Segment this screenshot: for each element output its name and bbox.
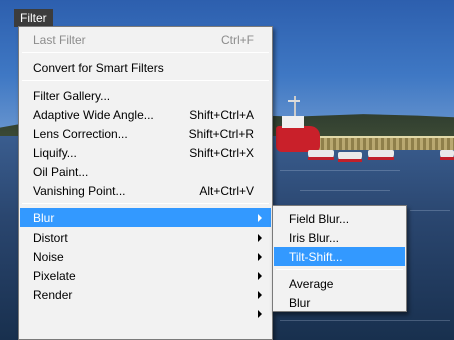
menu-item-noise[interactable]: Noise bbox=[20, 247, 271, 266]
menu-item-shortcut: Shift+Ctrl+R bbox=[188, 126, 254, 141]
submenu-item-blur[interactable]: Blur bbox=[274, 293, 405, 312]
menu-item-label: Last Filter bbox=[33, 32, 86, 47]
menu-item-label: Average bbox=[289, 276, 334, 291]
menu-item-filter-gallery[interactable]: Filter Gallery... bbox=[20, 86, 271, 105]
photo-dock bbox=[318, 136, 454, 150]
submenu-arrow-icon bbox=[258, 253, 262, 261]
photo-small-boat bbox=[338, 152, 362, 162]
menu-separator bbox=[22, 80, 269, 81]
submenu-arrow-icon bbox=[258, 310, 262, 318]
menu-separator bbox=[22, 203, 269, 204]
menu-item-label: Blur bbox=[289, 295, 311, 310]
menu-separator bbox=[22, 52, 269, 53]
menu-item-label: Filter Gallery... bbox=[33, 88, 111, 103]
menu-item-label: Adaptive Wide Angle... bbox=[33, 107, 154, 122]
submenu-arrow-icon bbox=[258, 214, 262, 222]
menu-item-render[interactable]: Render bbox=[20, 285, 271, 304]
menu-item-label: Convert for Smart Filters bbox=[33, 60, 164, 75]
photo-ripple bbox=[280, 320, 450, 321]
menu-item-label: Render bbox=[33, 287, 73, 302]
filter-menu: Last Filter Ctrl+F Convert for Smart Fil… bbox=[18, 26, 273, 340]
photo-mast bbox=[288, 100, 300, 102]
photo-red-boat bbox=[276, 116, 320, 152]
menu-item-oil-paint[interactable]: Oil Paint... bbox=[20, 162, 271, 181]
submenu-item-tilt-shift[interactable]: Tilt-Shift... bbox=[274, 247, 405, 266]
menu-item-label: Vanishing Point... bbox=[33, 183, 126, 198]
photo-ripple bbox=[410, 210, 450, 211]
submenu-arrow-icon bbox=[258, 291, 262, 299]
menu-item-convert-smart-filters[interactable]: Convert for Smart Filters bbox=[20, 58, 271, 77]
photo-small-boat bbox=[368, 150, 394, 160]
menu-item-shortcut: Alt+Ctrl+V bbox=[199, 183, 254, 198]
photo-small-boat bbox=[308, 150, 334, 160]
photo-ripple bbox=[280, 170, 400, 171]
menu-item-shortcut: Shift+Ctrl+X bbox=[189, 145, 254, 160]
menu-item-label: Noise bbox=[33, 249, 64, 264]
menu-item-lens-correction[interactable]: Lens Correction... Shift+Ctrl+R bbox=[20, 124, 271, 143]
blur-submenu: Field Blur... Iris Blur... Tilt-Shift...… bbox=[272, 205, 407, 312]
menu-item-distort[interactable]: Distort bbox=[20, 228, 271, 247]
menu-item-pixelate[interactable]: Pixelate bbox=[20, 266, 271, 285]
menu-item-label: Iris Blur... bbox=[289, 230, 340, 245]
photo-small-boat bbox=[440, 150, 454, 160]
photo-ripple bbox=[300, 190, 390, 191]
menu-item-liquify[interactable]: Liquify... Shift+Ctrl+X bbox=[20, 143, 271, 162]
submenu-item-iris-blur[interactable]: Iris Blur... bbox=[274, 228, 405, 247]
menu-item-label: Field Blur... bbox=[289, 211, 350, 226]
menu-item-shortcut: Shift+Ctrl+A bbox=[189, 107, 254, 122]
menu-item-blur[interactable]: Blur bbox=[20, 208, 271, 227]
menu-item-label: Pixelate bbox=[33, 268, 76, 283]
menu-item-label: Liquify... bbox=[33, 145, 77, 160]
menu-item-last-filter[interactable]: Last Filter Ctrl+F bbox=[20, 30, 271, 49]
menu-separator bbox=[276, 269, 403, 270]
submenu-arrow-icon bbox=[258, 272, 262, 280]
menu-item-partial[interactable] bbox=[20, 304, 271, 323]
menu-item-label: Oil Paint... bbox=[33, 164, 89, 179]
menu-item-adaptive-wide-angle[interactable]: Adaptive Wide Angle... Shift+Ctrl+A bbox=[20, 105, 271, 124]
submenu-item-field-blur[interactable]: Field Blur... bbox=[274, 209, 405, 228]
menu-item-shortcut: Ctrl+F bbox=[221, 32, 254, 47]
menu-item-label: Blur bbox=[33, 210, 55, 225]
menu-item-vanishing-point[interactable]: Vanishing Point... Alt+Ctrl+V bbox=[20, 181, 271, 200]
submenu-item-average[interactable]: Average bbox=[274, 274, 405, 293]
submenu-arrow-icon bbox=[258, 234, 262, 242]
menu-item-label: Distort bbox=[33, 230, 68, 245]
menu-item-label: Tilt-Shift... bbox=[289, 249, 343, 264]
menubar-filter[interactable]: Filter bbox=[14, 9, 53, 27]
menu-item-label: Lens Correction... bbox=[33, 126, 128, 141]
